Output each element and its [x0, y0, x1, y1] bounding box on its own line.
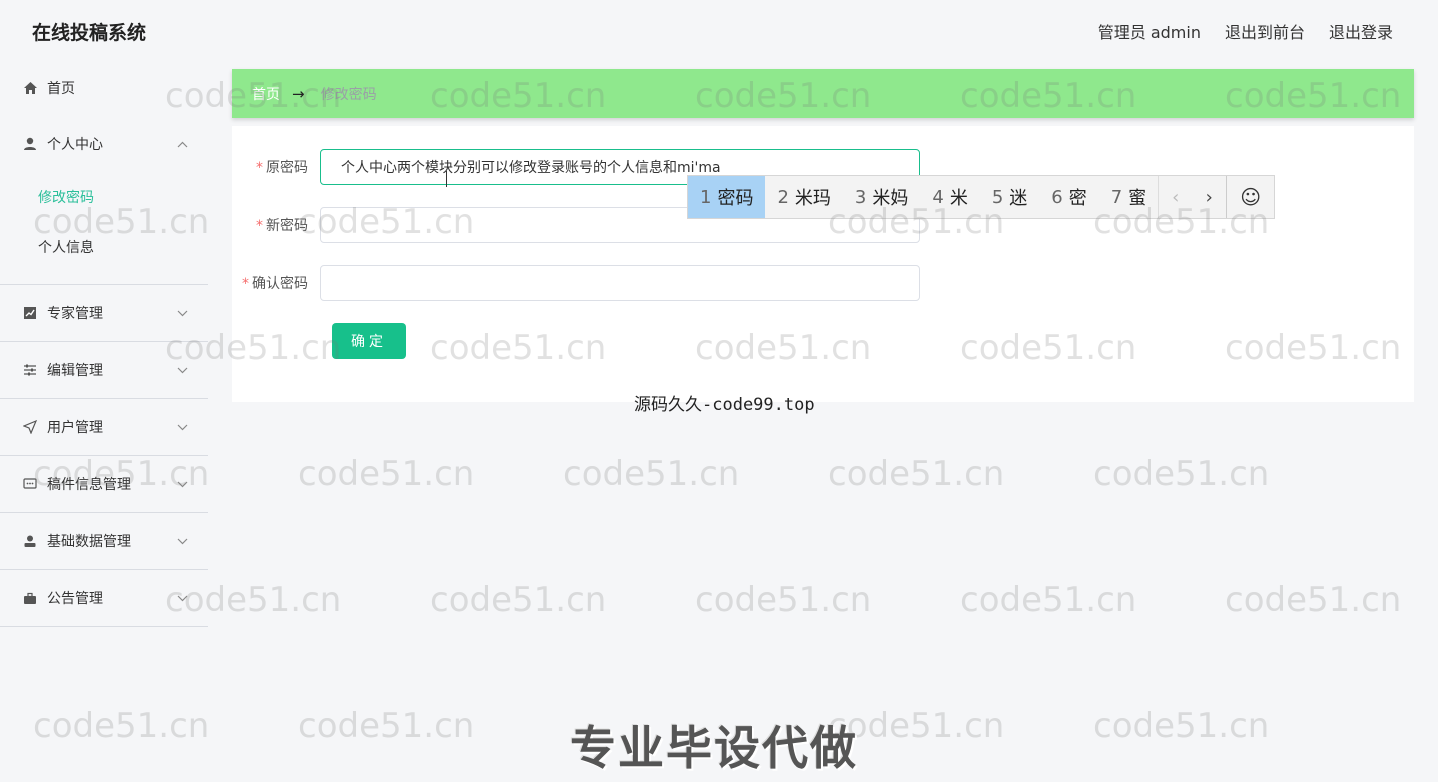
sidebar-item-home[interactable]: 首页	[0, 60, 208, 116]
sidebar-item-editor-management[interactable]: 编辑管理	[0, 342, 208, 399]
banner-watermark: 专业毕设代做	[570, 721, 858, 775]
confirm-password-label: * 确认密码	[232, 273, 320, 293]
ime-candidate[interactable]: 4米	[920, 176, 979, 218]
label-text: 确认密码	[252, 276, 308, 292]
candidate-number: 4	[932, 186, 944, 208]
chevron-down-icon	[177, 477, 188, 491]
top-header: 在线投稿系统 管理员 admin 退出到前台 退出登录	[0, 0, 1438, 60]
chevron-down-icon	[177, 306, 188, 320]
site-watermark: code51.cn	[33, 706, 210, 746]
sidebar: 首页 个人中心 修改密码 个人信息 专家管理 编辑管理 用户管理 稿件信息管理 …	[0, 60, 208, 627]
site-watermark: code51.cn	[1093, 706, 1270, 746]
change-password-form: *原密码 *新密码 *确认密码 确定	[232, 126, 1414, 402]
sidebar-item-basic-data-management[interactable]: 基础数据管理	[0, 513, 208, 570]
send-icon	[22, 419, 38, 435]
required-mark: *	[242, 276, 249, 292]
ime-candidate[interactable]: 5迷	[980, 176, 1039, 218]
ime-candidate[interactable]: 6密	[1039, 176, 1098, 218]
app-title: 在线投稿系统	[32, 22, 147, 44]
site-watermark: code51.cn	[563, 454, 740, 494]
ime-prev-page-icon[interactable]: ‹	[1158, 176, 1192, 218]
person-icon	[22, 533, 38, 549]
code99-watermark: 源码久久-code99.top	[634, 395, 815, 415]
sidebar-item-change-password[interactable]: 修改密码	[0, 172, 208, 222]
site-watermark: code51.cn	[1093, 454, 1270, 494]
ime-candidate[interactable]: 3 米妈	[843, 176, 920, 218]
sidebar-item-label: 用户管理	[47, 420, 103, 436]
personal-center-submenu: 修改密码 个人信息	[0, 172, 208, 285]
breadcrumb: 首页 → 修改密码	[232, 69, 1414, 118]
ime-emoji-icon[interactable]: ☺	[1226, 176, 1274, 218]
site-watermark: code51.cn	[298, 706, 475, 746]
chevron-down-icon	[177, 591, 188, 605]
candidate-number: 1	[700, 186, 712, 208]
chevron-down-icon	[177, 534, 188, 548]
candidate-number: 2	[777, 186, 789, 208]
site-watermark: code51.cn	[298, 454, 475, 494]
candidate-text: 迷	[1009, 188, 1028, 209]
candidate-number: 5	[991, 186, 1004, 208]
chevron-up-icon	[177, 137, 188, 151]
ime-candidate-bar: 1 密码 2 米玛 3 米妈 4米 5迷 6密 7蜜 ‹ › ☺	[687, 175, 1276, 219]
home-icon	[22, 80, 38, 96]
breadcrumb-current: 修改密码	[320, 86, 377, 103]
confirm-password-row: * 确认密码	[232, 265, 920, 301]
text-cursor-icon	[446, 171, 452, 187]
logout-link[interactable]: 退出登录	[1329, 19, 1393, 43]
candidate-text: 密码	[717, 188, 754, 209]
user-icon	[22, 136, 38, 152]
site-watermark: code51.cn	[430, 580, 607, 620]
sidebar-item-personal-info[interactable]: 个人信息	[0, 222, 208, 272]
site-watermark: code51.cn	[1225, 580, 1402, 620]
new-password-label: * 新密码	[232, 215, 320, 235]
ime-candidate[interactable]: 1 密码	[688, 176, 766, 218]
sidebar-item-label: 首页	[47, 81, 75, 97]
sidebar-item-label: 个人中心	[47, 137, 103, 153]
sidebar-item-label: 基础数据管理	[47, 534, 131, 550]
message-icon	[22, 476, 38, 492]
submit-button[interactable]: 确定	[332, 323, 406, 359]
sidebar-item-label: 公告管理	[47, 591, 103, 607]
briefcase-icon	[22, 590, 38, 606]
required-mark: *	[256, 218, 263, 234]
sidebar-item-expert-management[interactable]: 专家管理	[0, 285, 208, 342]
required-mark: *	[256, 160, 263, 176]
site-watermark: code51.cn	[960, 580, 1137, 620]
admin-label[interactable]: 管理员 admin	[1098, 19, 1201, 43]
candidate-number: 3	[854, 186, 867, 208]
label-text: 原密码	[266, 160, 308, 176]
candidate-text: 米玛	[794, 188, 831, 209]
candidate-text: 密	[1068, 188, 1087, 209]
sidebar-item-user-management[interactable]: 用户管理	[0, 399, 208, 456]
breadcrumb-home-link[interactable]: 首页	[252, 84, 280, 104]
candidate-number: 6	[1051, 186, 1063, 208]
confirm-password-field[interactable]	[320, 265, 920, 301]
sidebar-item-label: 稿件信息管理	[47, 477, 131, 493]
candidate-text: 蜜	[1128, 188, 1147, 209]
sidebar-item-label: 专家管理	[47, 306, 103, 322]
sidebar-item-personal-center[interactable]: 个人中心	[0, 116, 208, 172]
sliders-icon	[22, 362, 38, 378]
chevron-down-icon	[177, 420, 188, 434]
ime-candidate[interactable]: 2 米玛	[765, 176, 842, 218]
header-links: 管理员 admin 退出到前台 退出登录	[1098, 19, 1393, 43]
exit-to-front-link[interactable]: 退出到前台	[1225, 19, 1305, 43]
breadcrumb-arrow-icon: →	[292, 84, 305, 103]
sidebar-item-label: 编辑管理	[47, 363, 103, 379]
sidebar-item-manuscript-management[interactable]: 稿件信息管理	[0, 456, 208, 513]
ime-candidate[interactable]: 7蜜	[1099, 176, 1158, 218]
old-password-label: * 原密码	[232, 157, 320, 177]
label-text: 新密码	[266, 218, 308, 234]
candidate-number: 7	[1110, 186, 1123, 208]
ime-next-page-icon[interactable]: ›	[1192, 176, 1226, 218]
candidate-text: 米	[949, 188, 968, 209]
candidate-text: 米妈	[872, 188, 909, 209]
site-watermark: code51.cn	[695, 580, 872, 620]
chart-icon	[22, 305, 38, 321]
sidebar-item-notice-management[interactable]: 公告管理	[0, 570, 208, 627]
chevron-down-icon	[177, 363, 188, 377]
site-watermark: code51.cn	[828, 454, 1005, 494]
